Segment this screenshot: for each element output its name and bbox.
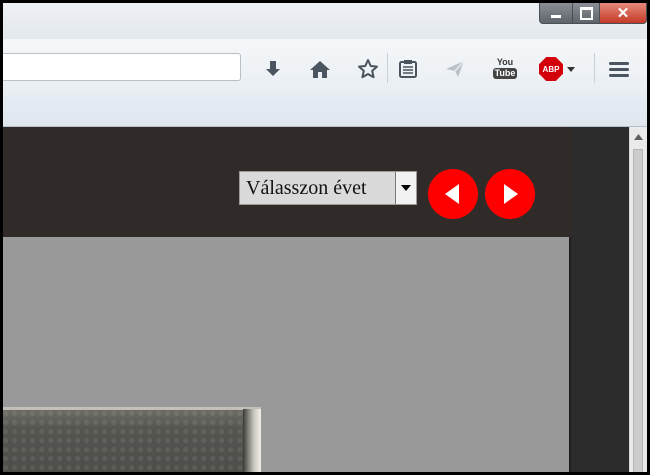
- close-button[interactable]: ✕: [600, 3, 647, 24]
- maximize-button[interactable]: [573, 3, 600, 24]
- close-icon: ✕: [616, 4, 630, 22]
- home-icon[interactable]: [308, 57, 332, 81]
- send-icon[interactable]: [443, 57, 467, 81]
- page-header: Válasszon évet: [3, 127, 571, 237]
- youtube-text-bottom: Tube: [492, 68, 518, 79]
- menu-icon[interactable]: [607, 57, 631, 81]
- bookmarks-toolbar: [3, 95, 647, 127]
- arrow-right-icon: [504, 184, 518, 204]
- dropdown-arrow-icon[interactable]: [395, 172, 416, 204]
- address-bar[interactable]: [3, 53, 241, 81]
- side-panel: [571, 127, 629, 472]
- year-select[interactable]: Válasszon évet: [239, 171, 417, 205]
- maximize-icon: [579, 6, 593, 20]
- title-bar: ✕: [3, 3, 647, 39]
- youtube-icon[interactable]: You Tube: [491, 53, 519, 83]
- scroll-up-arrow-icon[interactable]: [630, 127, 647, 147]
- previous-button[interactable]: [428, 169, 478, 219]
- document-image-edge: [243, 409, 261, 472]
- reading-list-icon[interactable]: [396, 57, 420, 81]
- next-button[interactable]: [485, 169, 535, 219]
- browser-window: ✕ You Tube ABP Válasszon évet: [3, 3, 647, 472]
- bookmark-star-icon[interactable]: [356, 57, 380, 81]
- minimize-icon: [551, 15, 561, 18]
- toolbar-separator: [594, 53, 595, 83]
- minimize-button[interactable]: [539, 3, 573, 24]
- vertical-scrollbar[interactable]: [629, 127, 647, 472]
- year-select-value: Válasszon évet: [246, 176, 367, 199]
- page-content: Válasszon évet: [3, 127, 629, 472]
- navigation-toolbar: You Tube ABP: [3, 39, 647, 95]
- document-image: [3, 407, 261, 472]
- adblock-plus-icon: ABP: [539, 57, 563, 81]
- adblock-plus-button[interactable]: ABP: [539, 57, 581, 81]
- arrow-left-icon: [445, 184, 459, 204]
- chevron-down-icon: [567, 67, 575, 72]
- toolbar-separator: [387, 53, 388, 83]
- youtube-text-top: You: [496, 57, 514, 67]
- window-controls: ✕: [539, 3, 647, 24]
- scrollbar-thumb[interactable]: [633, 149, 643, 472]
- download-icon[interactable]: [261, 57, 285, 81]
